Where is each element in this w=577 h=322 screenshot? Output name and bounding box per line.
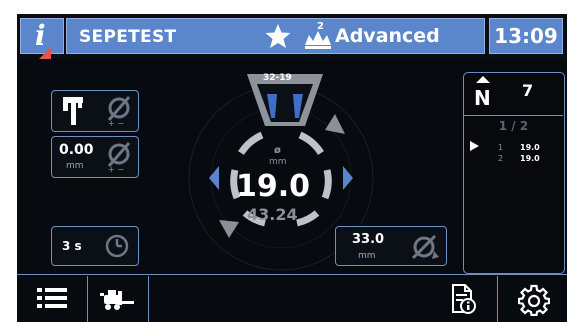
list-item[interactable]: 1 19.0 xyxy=(498,143,540,152)
mode-label: Advanced xyxy=(335,25,440,47)
target-value: 33.0 xyxy=(352,232,385,247)
gear-icon xyxy=(518,284,550,316)
diameter-icon: + − xyxy=(107,142,131,173)
n-count-icon: N xyxy=(474,76,491,110)
row-value: 19.0 xyxy=(520,143,540,152)
count-value: 7 xyxy=(522,81,534,100)
svg-text:N: N xyxy=(474,86,491,110)
program-title-bar[interactable]: SEPETEST 2 Advanced xyxy=(66,18,485,54)
list-menu-button[interactable] xyxy=(17,276,87,322)
footer-divider xyxy=(17,274,567,275)
gauge-diameter-symbol: ø xyxy=(274,145,281,156)
timer-button[interactable]: 3 s xyxy=(51,226,139,266)
crown-icon: 2 xyxy=(301,21,335,51)
count-panel: N 7 1 / 2 1 19.0 2 19.0 xyxy=(463,72,565,274)
forklift-icon xyxy=(100,290,134,310)
machine-screen: i SEPETEST 2 Advanced 13:09 + − 0.00 mm … xyxy=(17,14,567,322)
main-value: 19.0 xyxy=(236,169,311,204)
document-info-button[interactable] xyxy=(427,276,497,322)
gauge-unit: mm xyxy=(269,157,287,167)
material-handling-button[interactable] xyxy=(88,276,148,322)
diameter-icon xyxy=(411,234,439,260)
info-button[interactable]: i xyxy=(20,18,64,59)
footer-separator xyxy=(148,276,149,322)
caliper-icon xyxy=(63,97,83,125)
list-item[interactable]: 2 19.0 xyxy=(498,154,540,163)
row-index: 2 xyxy=(498,154,504,163)
header-bar: i SEPETEST 2 Advanced 13:09 xyxy=(17,14,567,59)
row-value: 19.0 xyxy=(520,154,540,163)
svg-text:+ −: + − xyxy=(108,119,124,127)
program-name: SEPETEST xyxy=(79,27,177,47)
tolerance-unit: mm xyxy=(66,161,84,171)
range-label: 32-19 xyxy=(263,73,292,83)
star-icon xyxy=(265,24,291,48)
count-box[interactable]: N 7 xyxy=(464,73,563,115)
list-icon xyxy=(37,288,67,308)
tool-diameter-button[interactable]: + − xyxy=(51,90,139,132)
panel-divider xyxy=(464,115,563,116)
timer-value: 3 s xyxy=(62,239,82,253)
play-arrow-icon[interactable] xyxy=(470,141,479,151)
warning-corner-indicator xyxy=(39,47,51,59)
tolerance-button[interactable]: 0.00 mm + − xyxy=(51,136,139,178)
target-value-button[interactable]: 33.0 mm xyxy=(335,226,447,266)
clock-icon xyxy=(105,234,129,258)
target-unit: mm xyxy=(358,251,376,261)
secondary-value: 43.24 xyxy=(247,205,298,224)
level-superscript: 2 xyxy=(317,21,324,32)
svg-text:+ −: + − xyxy=(108,165,124,173)
settings-button[interactable] xyxy=(498,276,567,322)
tolerance-value: 0.00 xyxy=(59,142,94,158)
row-index: 1 xyxy=(498,143,504,152)
page-indicator: 1 / 2 xyxy=(498,119,529,133)
clock-display: 13:09 xyxy=(489,18,563,54)
document-info-icon xyxy=(452,284,476,314)
diameter-icon: + − xyxy=(107,96,131,127)
